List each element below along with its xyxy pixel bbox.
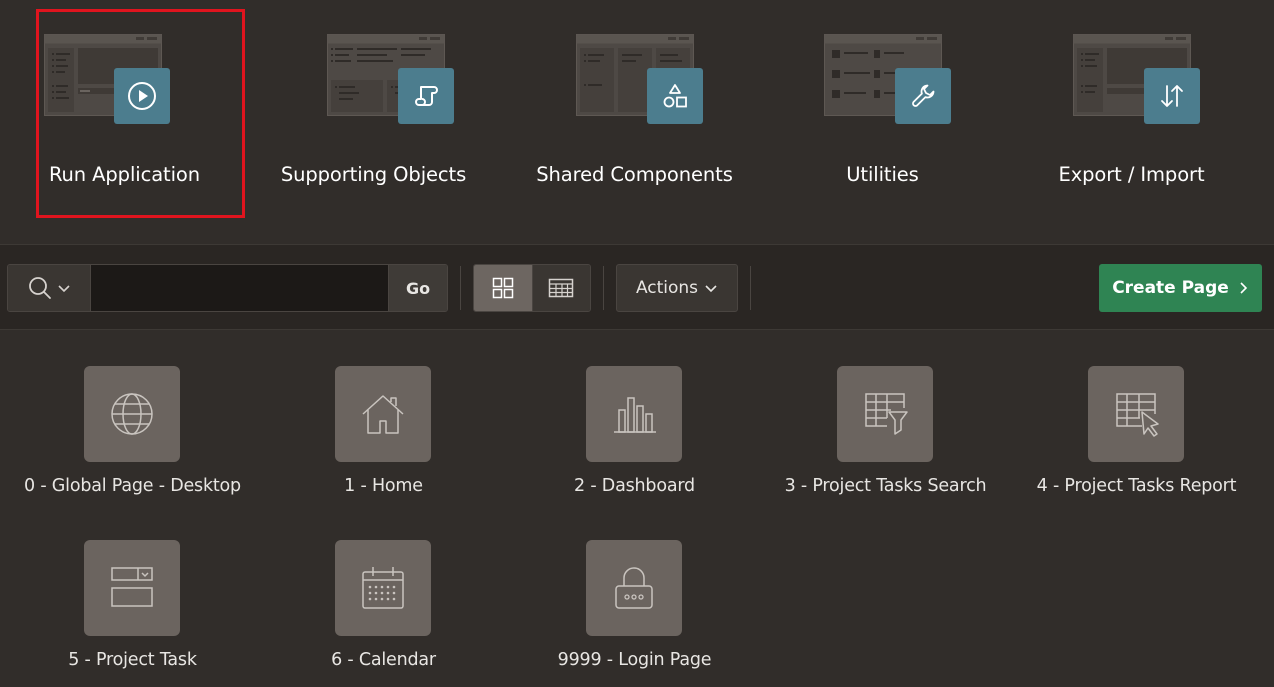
- view-mode-toggle: [473, 264, 591, 312]
- hero-tile-label: Supporting Objects: [280, 163, 467, 186]
- toolbar-divider: [603, 266, 604, 310]
- page-toolbar: Go Actions Create Page: [0, 244, 1274, 330]
- supporting-badge: [398, 68, 454, 124]
- page-label: 3 - Project Tasks Search: [784, 476, 987, 496]
- page-icon-box: [335, 366, 431, 462]
- hero-tile-label: Utilities: [846, 163, 919, 186]
- page-tile[interactable]: 1 - Home: [258, 366, 509, 516]
- hero-tile-label: Run Application: [48, 163, 201, 186]
- wrench-icon: [912, 84, 935, 107]
- page-tile[interactable]: 3 - Project Tasks Search: [760, 366, 1011, 516]
- search-scope-button[interactable]: [8, 265, 91, 311]
- bar-chart-icon: [614, 397, 656, 433]
- page-label: 1 - Home: [344, 476, 423, 496]
- page-icon-box: [1088, 366, 1184, 462]
- page-label: 2 - Dashboard: [574, 476, 695, 496]
- page-tile[interactable]: 9999 - Login Page: [509, 540, 760, 687]
- run-badge: [114, 68, 170, 124]
- grid-icon: [492, 277, 514, 299]
- hero-tile-label: Shared Components: [536, 163, 733, 186]
- page-icon-box: [84, 366, 180, 462]
- form-icon: [111, 567, 153, 607]
- page-tile[interactable]: 0 - Global Page - Desktop: [7, 366, 258, 516]
- table-cursor-icon: [1116, 393, 1159, 437]
- arrows-up-down-icon: [1161, 85, 1183, 107]
- lock-icon: [615, 567, 653, 609]
- toolbar-divider: [460, 266, 461, 310]
- create-page-button[interactable]: Create Page: [1099, 264, 1262, 312]
- toolbar-divider: [750, 266, 751, 310]
- search-icon: [29, 277, 51, 299]
- page-label: 4 - Project Tasks Report: [1036, 476, 1237, 496]
- shared-components-tile[interactable]: Shared Components: [510, 0, 759, 244]
- table-filter-icon: [865, 393, 908, 435]
- actions-label: Actions: [635, 278, 699, 298]
- search-input[interactable]: [91, 265, 388, 311]
- report-view-button[interactable]: [531, 265, 590, 311]
- chevron-right-icon: [1240, 282, 1247, 294]
- page-tile[interactable]: 2 - Dashboard: [509, 366, 760, 516]
- run-application-tile[interactable]: Run Application: [0, 0, 249, 244]
- actions-menu-button[interactable]: Actions: [616, 264, 738, 312]
- page-icon-box: [586, 540, 682, 636]
- calendar-icon: [362, 567, 404, 609]
- hero-tile-label: Export / Import: [1058, 163, 1205, 186]
- chevron-down-icon: [705, 285, 717, 293]
- page-icon-box: [837, 366, 933, 462]
- go-button[interactable]: Go: [388, 265, 447, 311]
- icon-view-button[interactable]: [474, 265, 532, 311]
- create-page-label: Create Page: [1112, 278, 1229, 298]
- page-tile[interactable]: 4 - Project Tasks Report: [1011, 366, 1262, 516]
- chevron-down-icon: [58, 285, 70, 293]
- utilities-badge: [895, 68, 951, 124]
- page-icon-box: [586, 366, 682, 462]
- globe-icon: [111, 393, 153, 435]
- page-icon-box: [84, 540, 180, 636]
- page-tile[interactable]: 5 - Project Task: [7, 540, 258, 687]
- search-group: Go: [7, 264, 448, 312]
- page-label: 5 - Project Task: [68, 650, 197, 670]
- supporting-objects-tile[interactable]: Supporting Objects: [249, 0, 498, 244]
- play-icon: [128, 82, 156, 110]
- shared-components-badge: [647, 68, 703, 124]
- page-tile[interactable]: 6 - Calendar: [258, 540, 509, 687]
- shapes-icon: [663, 84, 687, 108]
- export-import-badge: [1144, 68, 1200, 124]
- scroll-icon: [415, 86, 438, 106]
- table-icon: [549, 278, 574, 298]
- app-hero-section: Run Application Supporting Objects Share…: [0, 0, 1274, 244]
- page-label: 9999 - Login Page: [557, 650, 712, 670]
- utilities-tile[interactable]: Utilities: [758, 0, 1007, 244]
- page-label: 0 - Global Page - Desktop: [24, 476, 241, 496]
- home-icon: [362, 395, 404, 434]
- page-label: 6 - Calendar: [331, 650, 436, 670]
- page-icon-box: [335, 540, 431, 636]
- export-import-tile[interactable]: Export / Import: [1007, 0, 1256, 244]
